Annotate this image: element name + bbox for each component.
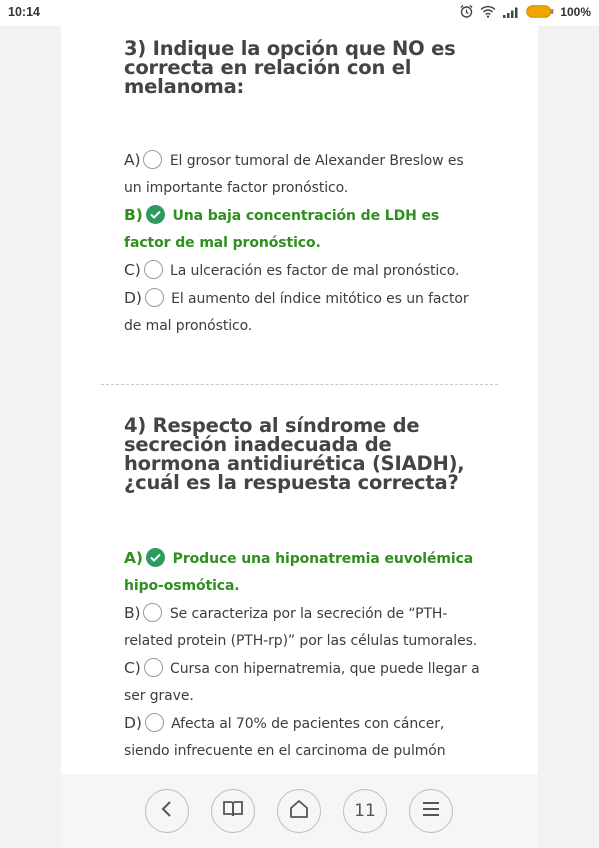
status-icons: 100% (459, 4, 591, 19)
option-letter: D) (124, 714, 142, 732)
status-time: 10:14 (8, 5, 40, 19)
option-4c[interactable]: C) Cursa con hipernatremia, que puede ll… (124, 655, 484, 710)
option-letter: A) (124, 151, 141, 169)
option-text: Cursa con hipernatremia, que puede llega… (124, 661, 480, 704)
option-letter: B) (124, 206, 143, 224)
option-letter: B) (124, 604, 141, 622)
option-text: El grosor tumoral de Alexander Breslow e… (124, 153, 464, 196)
home-button[interactable] (277, 789, 321, 833)
back-button[interactable] (145, 789, 189, 833)
reader-button[interactable] (211, 789, 255, 833)
content-card[interactable]: 3) Indique la opción que NO es correcta … (61, 26, 538, 776)
option-text: Produce una hiponatremia euvolémica hipo… (124, 551, 474, 594)
menu-icon (421, 801, 441, 821)
radio-button[interactable] (143, 603, 163, 622)
option-3b[interactable]: B) Una baja concentración de LDH es fact… (124, 202, 484, 257)
option-letter: A) (124, 549, 143, 567)
radio-button[interactable] (144, 288, 164, 307)
radio-button[interactable] (143, 658, 163, 677)
signal-icon (502, 6, 520, 18)
option-text: Se caracteriza por la secreción de “PTH-… (124, 606, 478, 649)
home-icon (288, 799, 310, 823)
option-text: Afecta al 70% de pacientes con cáncer, s… (124, 716, 446, 759)
option-4b[interactable]: B) Se caracteriza por la secreción de “P… (124, 600, 484, 655)
option-4d[interactable]: D) Afecta al 70% de pacientes con cáncer… (124, 710, 484, 765)
question-4-title: 4) Respecto al síndrome de secreción ina… (124, 414, 465, 494)
question-4-options: A) Produce una hiponatremia euvolémica h… (124, 545, 484, 765)
radio-button[interactable] (143, 260, 163, 279)
check-icon (145, 205, 165, 224)
option-letter: D) (124, 289, 142, 307)
question-3-options: A) El grosor tumoral de Alexander Breslo… (124, 147, 484, 340)
check-icon (145, 548, 165, 567)
option-text: Una baja concentración de LDH es factor … (124, 208, 440, 251)
question-3-title: 3) Indique la opción que NO es correcta … (124, 37, 456, 98)
radio-button[interactable] (144, 713, 164, 732)
question-divider (101, 384, 498, 385)
bottom-nav-bar: 11 (61, 774, 538, 848)
option-3a[interactable]: A) El grosor tumoral de Alexander Breslo… (124, 147, 484, 202)
option-text: El aumento del índice mitótico es un fac… (124, 291, 469, 334)
tabs-button[interactable]: 11 (343, 789, 387, 833)
option-text: La ulceración es factor de mal pronóstic… (170, 263, 460, 279)
wifi-icon (480, 5, 496, 18)
chevron-left-icon (160, 800, 174, 822)
book-icon (222, 800, 244, 822)
option-4a[interactable]: A) Produce una hiponatremia euvolémica h… (124, 545, 484, 600)
radio-button[interactable] (143, 150, 163, 169)
menu-button[interactable] (409, 789, 453, 833)
option-letter: C) (124, 261, 141, 279)
status-bar: 10:14 100% (0, 0, 599, 26)
alarm-icon (459, 4, 474, 19)
option-3d[interactable]: D) El aumento del índice mitótico es un … (124, 285, 484, 340)
battery-percent: 100% (560, 4, 591, 19)
battery-icon (526, 5, 554, 18)
option-3c[interactable]: C) La ulceración es factor de mal pronós… (124, 257, 484, 285)
option-letter: C) (124, 659, 141, 677)
tabs-count: 11 (354, 801, 376, 821)
